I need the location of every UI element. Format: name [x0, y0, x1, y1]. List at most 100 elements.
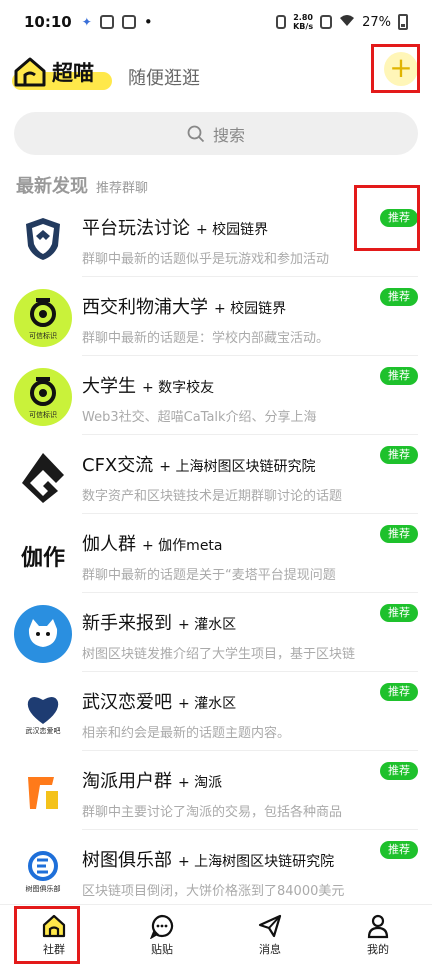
group-name: CFX交流 — [82, 455, 154, 476]
group-row[interactable]: 树图俱乐部 树图俱乐部 + 上海树图区块链研究院 区块链项目倒闭，大饼价格涨到了8… — [0, 830, 432, 909]
group-row[interactable]: 淘派用户群 + 淘派 群聊中主要讨论了淘派的交易，包括各种商品 推荐 — [0, 751, 432, 830]
nav-posts[interactable]: 贴贴 — [108, 905, 216, 964]
highlight-box-badge — [354, 185, 420, 251]
avatar-text: 可信标识 — [29, 332, 57, 340]
net-speed: 2.80 KB/s — [293, 13, 313, 31]
group-name: 伽人群 — [82, 534, 136, 555]
group-description: Web3社交、超喵CaTalk介绍、分享上海 — [82, 410, 317, 425]
group-tag: + 伽作meta — [142, 538, 223, 554]
section-title: 最新发现 — [16, 176, 88, 197]
group-description: 群聊中最新的话题是：学校内部藏宝活动。 — [82, 331, 330, 346]
avatar-text: 树图俱乐部 — [25, 885, 61, 893]
group-title-line: 平台玩法讨论 + 校园链界 — [82, 214, 367, 240]
group-description: 群聊中最新的话题是关于“麦塔平台提现问题 — [82, 568, 336, 583]
group-description: 树图区块链发推介绍了大学生项目，基于区块链 — [82, 647, 356, 662]
status-bar: 10:10 ✦ • 2.80 KB/s 27% — [0, 0, 432, 44]
group-title-line: CFX交流 + 上海树图区块链研究院 — [82, 451, 367, 477]
user-icon — [367, 914, 389, 938]
tab-browse[interactable]: 随便逛逛 — [128, 64, 200, 90]
group-tag: + 上海树图区块链研究院 — [178, 854, 335, 870]
group-row[interactable]: CFX交流 + 上海树图区块链研究院 数字资产和区块链技术是近期群聊讨论的话题 推… — [0, 435, 432, 514]
group-avatar: 可信标识 — [14, 289, 72, 347]
group-tag: + 数字校友 — [142, 380, 215, 396]
group-name: 树图俱乐部 — [82, 850, 172, 871]
group-description: 数字资产和区块链技术是近期群聊讨论的话题 — [82, 489, 343, 504]
vibrate-icon — [276, 15, 287, 29]
group-avatar: 伽作 — [14, 526, 72, 584]
recommend-badge: 推荐 — [380, 762, 418, 780]
recommend-badge: 推荐 — [380, 525, 418, 543]
nav-profile[interactable]: 我的 — [324, 905, 432, 964]
net-speed-value: 2.80 — [293, 13, 313, 22]
group-title-line: 大学生 + 数字校友 — [82, 372, 367, 398]
group-name: 平台玩法讨论 — [82, 218, 190, 239]
group-title-line: 新手来报到 + 灌水区 — [82, 609, 367, 635]
group-tag: + 校园链界 — [214, 301, 287, 317]
brand-title: 超喵 — [52, 61, 94, 85]
section-header: 最新发现 推荐群聊 — [16, 172, 148, 198]
group-description: 群聊中主要讨论了淘派的交易，包括各种商品 — [82, 805, 343, 820]
group-list: 平台玩法讨论 + 校园链界 群聊中最新的话题似乎是玩游戏和参加活动 推荐 可信标识… — [0, 198, 432, 909]
group-tag: + 校园链界 — [196, 222, 269, 238]
net-speed-unit: KB/s — [293, 22, 314, 31]
group-avatar: 可信标识 — [14, 368, 72, 426]
group-name: 武汉恋爱吧 — [82, 692, 172, 713]
avatar-text: 伽作 — [20, 546, 65, 571]
group-title-line: 树图俱乐部 + 上海树图区块链研究院 — [82, 846, 367, 872]
wifi-icon — [339, 13, 355, 31]
avatar-text: 武汉恋爱吧 — [25, 727, 61, 735]
nav-label: 贴贴 — [151, 942, 173, 956]
group-name: 新手来报到 — [82, 613, 172, 634]
group-title-line: 伽人群 + 伽作meta — [82, 530, 367, 556]
mail-notification-icon — [121, 15, 136, 29]
recommend-badge: 推荐 — [380, 288, 418, 306]
group-name: 西交利物浦大学 — [82, 297, 208, 318]
group-title-line: 武汉恋爱吧 + 灌水区 — [82, 688, 367, 714]
group-description: 群聊中最新的话题似乎是玩游戏和参加活动 — [82, 252, 330, 267]
highlight-box-add — [371, 44, 420, 93]
search-placeholder: 搜索 — [212, 125, 245, 145]
battery-percent: 27% — [362, 14, 391, 30]
group-row[interactable]: 新手来报到 + 灌水区 树图区块链发推介绍了大学生项目，基于区块链 推荐 — [0, 593, 432, 672]
group-avatar — [14, 605, 72, 663]
group-avatar — [14, 763, 72, 821]
group-description: 区块链项目倒闭，大饼价格涨到了84000美元 — [82, 884, 345, 899]
section-subtitle: 推荐群聊 — [96, 181, 149, 196]
recommend-badge: 推荐 — [380, 604, 418, 622]
battery-icon — [398, 14, 408, 30]
app-header: 超喵 随便逛逛 + — [0, 44, 432, 104]
recommend-badge: 推荐 — [380, 683, 418, 701]
group-row[interactable]: 伽作 伽人群 + 伽作meta 群聊中最新的话题是关于“麦塔平台提现问题 推荐 — [0, 514, 432, 593]
group-description: 相亲和约会是最新的话题主题内容。 — [82, 726, 291, 741]
avatar-text: 可信标识 — [29, 411, 57, 419]
group-avatar — [14, 210, 72, 268]
brand-tab[interactable]: 超喵 — [12, 50, 112, 94]
send-icon — [258, 914, 282, 937]
app-notification-icon — [99, 15, 114, 29]
group-tag: + 上海树图区块链研究院 — [159, 459, 316, 475]
group-avatar: 树图俱乐部 — [14, 842, 72, 900]
nav-messages[interactable]: 消息 — [216, 905, 324, 964]
recommend-badge: 推荐 — [380, 367, 418, 385]
group-name: 大学生 — [82, 376, 136, 397]
search-icon — [187, 125, 205, 142]
group-row[interactable]: 可信标识 西交利物浦大学 + 校园链界 群聊中最新的话题是：学校内部藏宝活动。 推… — [0, 277, 432, 356]
group-row[interactable]: 武汉恋爱吧 武汉恋爱吧 + 灌水区 相亲和约会是最新的话题主题内容。 推荐 — [0, 672, 432, 751]
group-title-line: 西交利物浦大学 + 校园链界 — [82, 293, 367, 319]
notification-icon: ✦ — [81, 15, 92, 29]
group-name: 淘派用户群 — [82, 771, 172, 792]
group-row[interactable]: 可信标识 大学生 + 数字校友 Web3社交、超喵CaTalk介绍、分享上海 推荐 — [0, 356, 432, 435]
nav-label: 我的 — [367, 942, 389, 956]
status-left-icons: ✦ • — [82, 13, 153, 31]
recommend-badge: 推荐 — [380, 446, 418, 464]
status-time: 10:10 — [24, 13, 72, 31]
group-avatar: 武汉恋爱吧 — [14, 684, 72, 742]
group-tag: + 灌水区 — [178, 617, 237, 633]
group-title-line: 淘派用户群 + 淘派 — [82, 767, 367, 793]
search-bar[interactable]: 搜索 — [14, 112, 418, 155]
chat-icon — [150, 914, 174, 939]
group-tag: + 灌水区 — [178, 696, 237, 712]
nav-label: 消息 — [259, 942, 281, 956]
dot-icon: • — [143, 13, 153, 31]
group-avatar — [14, 447, 72, 505]
